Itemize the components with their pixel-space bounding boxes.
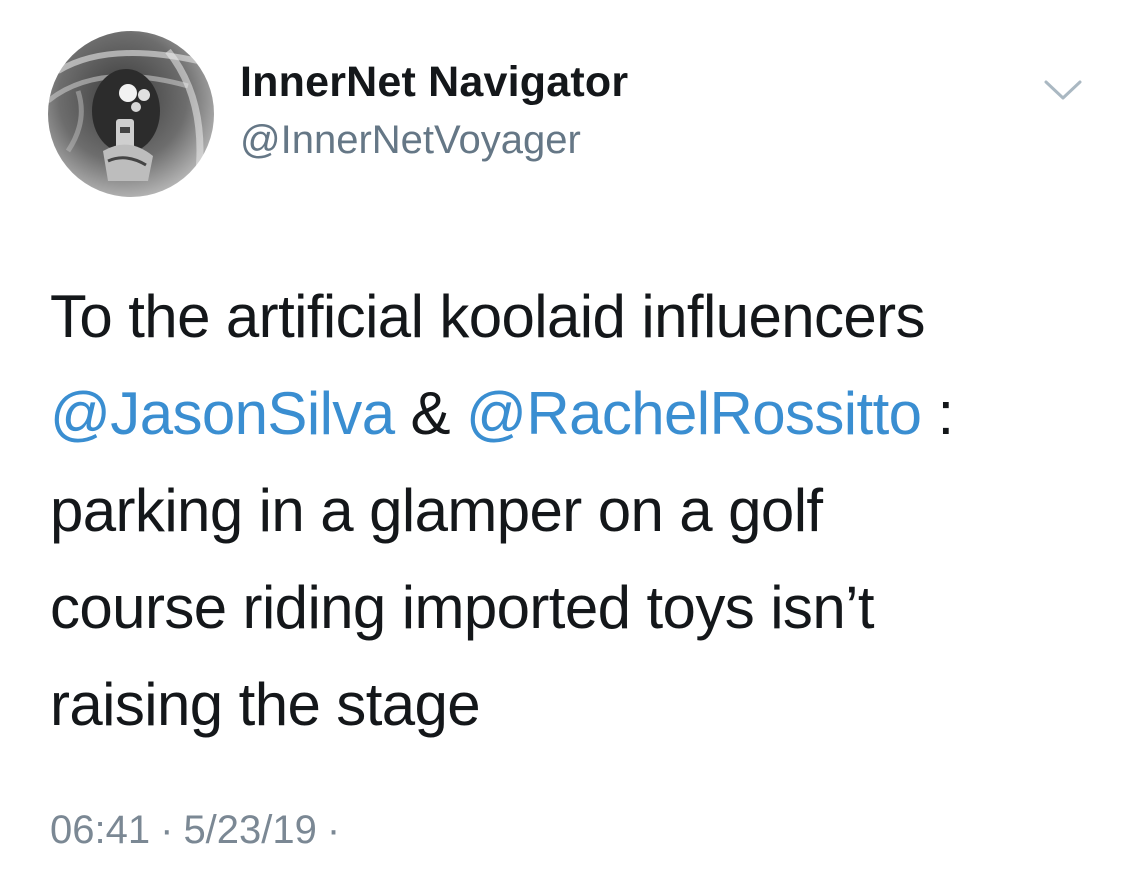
tweet-text-line: To the artificial koolaid influencers	[50, 283, 926, 350]
tweet-text-line: parking in a glamper on a golf	[50, 477, 823, 544]
tweet-card: InnerNet Navigator @InnerNetVoyager To t…	[0, 0, 1125, 888]
tweet-metadata: 06:41 · 5/23/19 ·	[50, 808, 350, 853]
tweet-date[interactable]: 5/23/19	[183, 808, 316, 853]
ampersand-text: &	[394, 380, 467, 447]
author-display-name[interactable]: InnerNet Navigator	[240, 58, 628, 107]
tweet-text: To the artificial koolaid influencers @J…	[50, 268, 1090, 753]
author-handle[interactable]: @InnerNetVoyager	[240, 118, 581, 163]
tweet-text-line: @JasonSilva & @RachelRossitto :	[50, 365, 1090, 462]
separator-dot: ·	[326, 808, 341, 852]
separator-dot: ·	[160, 808, 174, 852]
mention-link-rachelrossitto[interactable]: @RachelRossitto	[466, 380, 922, 447]
colon-text: :	[921, 380, 955, 447]
tweet-text-line: course riding imported toys isn’t	[50, 574, 875, 641]
tweet-text-line: raising the stage	[50, 671, 481, 738]
avatar[interactable]	[48, 31, 214, 197]
avatar-image	[48, 31, 214, 197]
chevron-down-icon[interactable]	[1040, 74, 1086, 106]
mention-link-jasonsilva[interactable]: @JasonSilva	[50, 380, 395, 447]
tweet-time[interactable]: 06:41	[50, 808, 150, 853]
